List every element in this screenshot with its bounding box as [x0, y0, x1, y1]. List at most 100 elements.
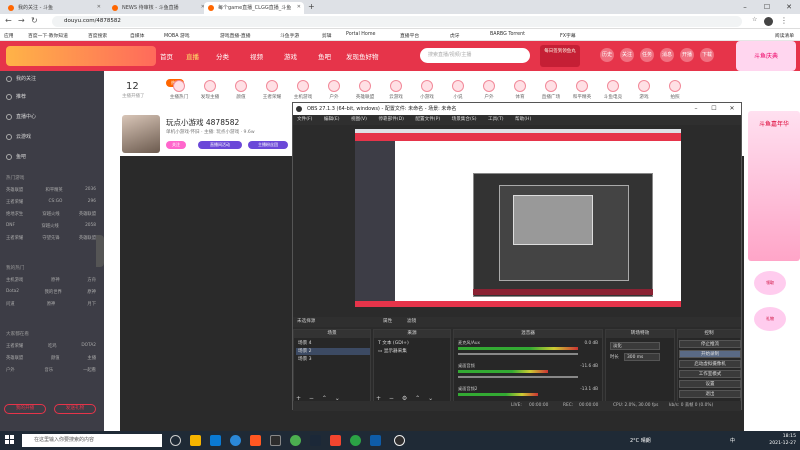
- category-tab[interactable]: 拍照: [660, 80, 690, 100]
- minimize-icon[interactable]: –: [687, 103, 705, 115]
- bookmark[interactable]: BARBG Torrent: [490, 32, 525, 37]
- sidebar-item-recommend[interactable]: 推荐: [6, 93, 26, 100]
- nav-category[interactable]: 分类: [216, 51, 229, 61]
- stop-streaming-button[interactable]: 停止推流: [679, 340, 741, 348]
- reload-icon[interactable]: ↻: [31, 16, 38, 25]
- sidebar-grid-row[interactable]: 主机游戏 原神 方舟: [6, 277, 96, 283]
- minimize-icon[interactable]: –: [734, 0, 756, 14]
- maximize-icon[interactable]: ☐: [756, 0, 778, 14]
- nav-games[interactable]: 游戏: [284, 51, 297, 61]
- grid-cell[interactable]: 穿越火线: [41, 223, 58, 229]
- category-tab[interactable]: 颜值: [226, 80, 256, 100]
- grid-cell[interactable]: 音乐: [45, 367, 54, 373]
- follow-button[interactable]: 关注: [166, 141, 186, 149]
- grid-cell[interactable]: DNF: [6, 223, 15, 229]
- bookmark[interactable]: 剪辑: [322, 32, 332, 39]
- grid-cell[interactable]: 吃鸡: [48, 343, 57, 349]
- follow-icon[interactable]: 关注: [620, 48, 634, 62]
- close-icon[interactable]: ✕: [723, 103, 741, 115]
- sidebar-item-center[interactable]: 直播中心: [6, 113, 36, 120]
- sidebar-grid-row[interactable]: 问道 原神 月下: [6, 301, 96, 307]
- source-item[interactable]: T 文本 (GDI+): [376, 340, 450, 347]
- weather[interactable]: 2°C 晴朗: [630, 437, 651, 444]
- grid-cell[interactable]: 王者荣耀: [6, 235, 23, 241]
- app-icon[interactable]: [370, 435, 381, 446]
- douyu-logo[interactable]: [6, 46, 156, 66]
- url-input[interactable]: douyu.com/4878582: [52, 16, 742, 27]
- grid-cell[interactable]: 原神: [87, 289, 96, 295]
- grid-cell[interactable]: 方舟: [87, 277, 96, 283]
- download-icon[interactable]: 下载: [700, 48, 714, 62]
- bookmark[interactable]: 虎牙: [450, 32, 460, 39]
- category-tab[interactable]: 斗鱼电竞: [598, 80, 628, 100]
- grid-cell[interactable]: 英雄联盟: [79, 211, 96, 217]
- grid-cell[interactable]: 2036: [85, 187, 96, 193]
- category-tab[interactable]: 户外: [474, 80, 504, 100]
- task-view-icon[interactable]: [170, 435, 181, 446]
- category-tab[interactable]: 直播广场: [536, 80, 566, 100]
- filters-button[interactable]: 滤镜: [407, 317, 416, 327]
- category-tab[interactable]: 主机游戏: [288, 80, 318, 100]
- reading-list[interactable]: 阅读清单: [775, 32, 794, 39]
- chrome-icon[interactable]: [290, 435, 301, 446]
- file-explorer-icon[interactable]: [190, 435, 201, 446]
- sidebar-grid-row[interactable]: 绝地求生 穿越火线 英雄联盟: [6, 211, 96, 217]
- mail-icon[interactable]: [210, 435, 221, 446]
- bookmark[interactable]: 自媒体: [130, 32, 144, 39]
- steam-icon[interactable]: [310, 435, 321, 446]
- menu-help[interactable]: 帮助(H): [515, 117, 531, 122]
- gift-button[interactable]: 礼物: [754, 307, 786, 331]
- sidebar-collapse-handle[interactable]: [96, 235, 104, 267]
- grid-cell[interactable]: 王者荣耀: [6, 343, 23, 349]
- grid-cell[interactable]: 2058: [85, 223, 96, 229]
- sidebar-grid-row[interactable]: 王者荣耀 CS:GO 296: [6, 199, 96, 205]
- wechat-icon[interactable]: [350, 435, 361, 446]
- obs-icon[interactable]: [394, 435, 405, 446]
- sidebar-grid-row[interactable]: DNF 穿越火线 2058: [6, 223, 96, 229]
- system-tray[interactable]: 18:15 2021-12-27: [769, 433, 796, 447]
- app-icon[interactable]: [270, 435, 281, 446]
- maximize-icon[interactable]: ☐: [705, 103, 723, 115]
- nav-live[interactable]: 直播: [186, 51, 199, 61]
- grid-cell[interactable]: 王者荣耀: [6, 199, 23, 205]
- duration-input[interactable]: 300 ms: [624, 353, 660, 361]
- close-icon[interactable]: ✕: [297, 4, 301, 10]
- right-ad-banner[interactable]: 斗鱼嘉年华: [748, 111, 800, 261]
- grid-cell[interactable]: DOTA2: [81, 343, 96, 349]
- bookmark[interactable]: Portal Home: [346, 32, 375, 37]
- scene-item[interactable]: 场景 2: [296, 348, 370, 355]
- star-icon[interactable]: ☆: [752, 16, 757, 23]
- grid-cell[interactable]: 一起看: [83, 367, 96, 373]
- bookmark[interactable]: 百度搜索: [88, 32, 107, 39]
- grid-cell[interactable]: 英雄联盟: [6, 187, 23, 193]
- grid-cell[interactable]: 守望先锋: [42, 235, 59, 241]
- grid-cell[interactable]: 和平精英: [46, 187, 63, 193]
- app-icon[interactable]: [250, 435, 261, 446]
- studio-mode-button[interactable]: 工作室模式: [679, 370, 741, 378]
- fan-club-button[interactable]: 主播粉丝团: [248, 141, 288, 149]
- my-broadcast-button[interactable]: 我的开播: [4, 404, 46, 414]
- menu-view[interactable]: 视图(V): [351, 117, 367, 122]
- edge-icon[interactable]: [230, 435, 241, 446]
- grid-cell[interactable]: 原神: [51, 277, 60, 283]
- menu-icon[interactable]: ⋮: [780, 16, 788, 25]
- scene-item[interactable]: 场景 4: [296, 340, 370, 347]
- properties-button[interactable]: 属性: [383, 317, 392, 327]
- obs-preview[interactable]: [355, 129, 681, 307]
- new-tab-button[interactable]: +: [308, 2, 315, 11]
- browser-tab-1[interactable]: 我的关注 - 斗鱼 ✕: [4, 2, 104, 14]
- checkin-banner[interactable]: 每日签到领鱼丸: [540, 45, 580, 67]
- sidebar-item-fishbar[interactable]: 鱼吧: [6, 153, 26, 160]
- header-ad[interactable]: 斗鱼庆典: [736, 41, 796, 71]
- profile-avatar[interactable]: [764, 17, 773, 26]
- history-icon[interactable]: 历史: [600, 48, 614, 62]
- forward-icon[interactable]: →: [18, 16, 25, 25]
- source-item[interactable]: ▭ 显示器采集: [376, 348, 450, 355]
- category-tab[interactable]: 和平精英: [567, 80, 597, 100]
- grid-cell[interactable]: 穿越火线: [42, 211, 59, 217]
- close-icon[interactable]: ✕: [97, 4, 101, 10]
- nav-home[interactable]: 首页: [160, 51, 173, 61]
- message-icon[interactable]: 消息: [660, 48, 674, 62]
- volume-slider[interactable]: [458, 376, 578, 378]
- grid-cell[interactable]: 颜值: [51, 355, 60, 361]
